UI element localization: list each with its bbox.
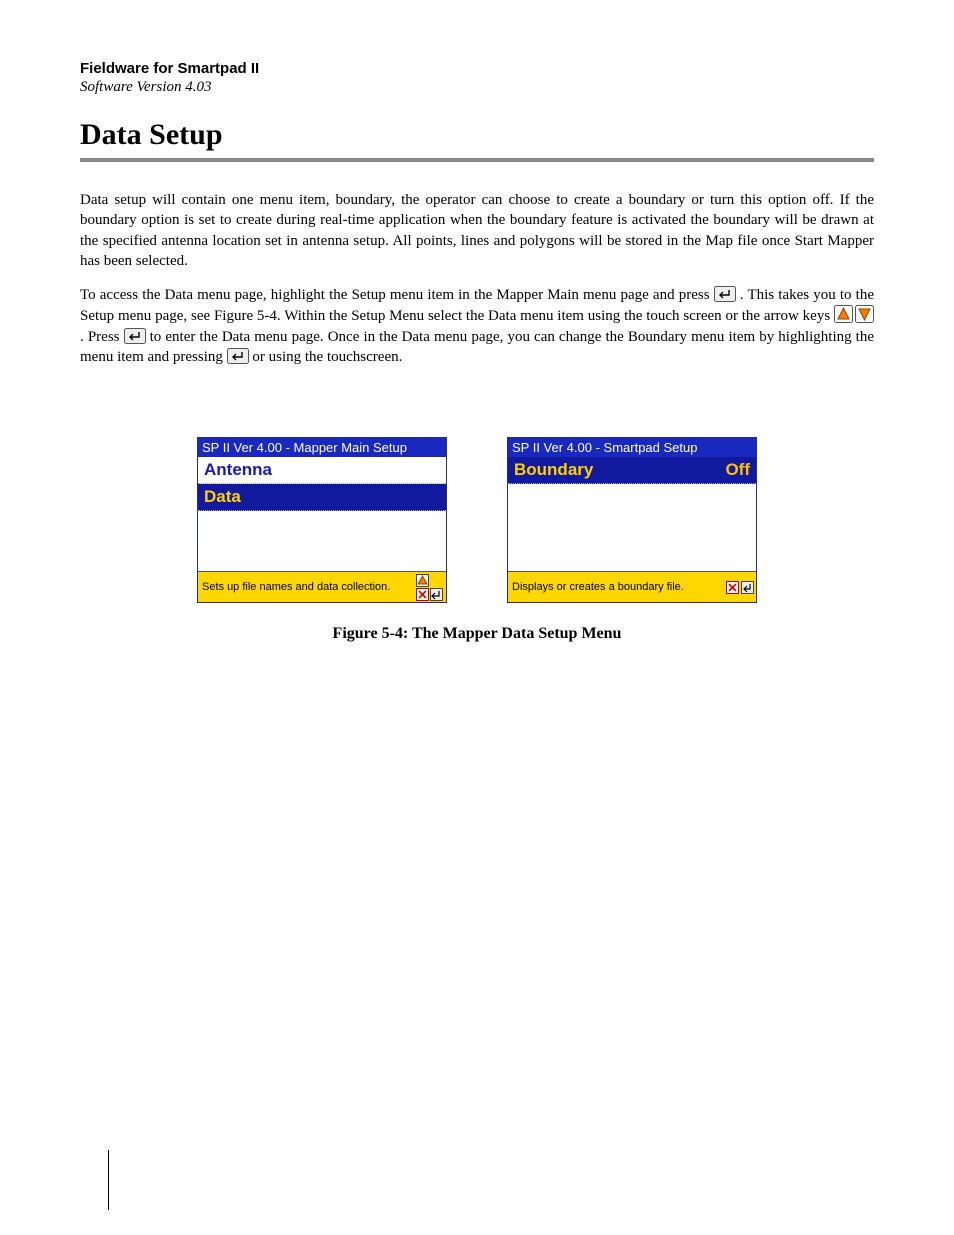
screen-footer: Sets up file names and data collection. xyxy=(198,571,446,602)
menu-item-data[interactable]: Data xyxy=(198,484,446,511)
screen-body xyxy=(198,511,446,571)
screen-mapper-main-setup: SP II Ver 4.00 - Mapper Main Setup Anten… xyxy=(197,437,447,603)
page: Fieldware for Smartpad II Software Versi… xyxy=(0,0,954,683)
enter-icon xyxy=(714,286,736,302)
software-version: Software Version 4.03 xyxy=(80,79,874,96)
close-icon[interactable] xyxy=(726,581,739,594)
menu-item-antenna[interactable]: Antenna xyxy=(198,457,446,484)
p2-seg-a: To access the Data menu page, highlight … xyxy=(80,287,714,303)
menu-label: Data xyxy=(204,487,241,507)
screen-title: SP II Ver 4.00 - Smartpad Setup xyxy=(508,438,756,457)
footer-text: Sets up file names and data collection. xyxy=(198,572,414,602)
p2-seg-c: . Press xyxy=(80,329,124,345)
menu-label: Antenna xyxy=(204,460,272,480)
menu-label: Boundary xyxy=(514,460,593,480)
paragraph-1: Data setup will contain one menu item, b… xyxy=(80,190,874,271)
close-enter-icons[interactable] xyxy=(416,588,444,601)
figure-row: SP II Ver 4.00 - Mapper Main Setup Anten… xyxy=(80,437,874,603)
p2-seg-d: to enter the Data menu page. Once in the… xyxy=(80,329,874,365)
up-down-arrow-icons xyxy=(834,305,874,323)
screen-smartpad-setup: SP II Ver 4.00 - Smartpad Setup Boundary… xyxy=(507,437,757,603)
enter-icon[interactable] xyxy=(741,581,754,594)
p2-seg-e: or using the touchscreen. xyxy=(252,349,402,365)
screen-title: SP II Ver 4.00 - Mapper Main Setup xyxy=(198,438,446,457)
screen-footer: Displays or creates a boundary file. xyxy=(508,571,756,602)
enter-icon xyxy=(227,348,249,364)
footer-text: Displays or creates a boundary file. xyxy=(508,572,724,602)
divider xyxy=(80,158,874,162)
footer-icons xyxy=(724,572,756,602)
footer-icons xyxy=(414,572,446,602)
menu-item-boundary[interactable]: Boundary Off xyxy=(508,457,756,484)
screen-body xyxy=(508,484,756,571)
paragraph-2: To access the Data menu page, highlight … xyxy=(80,285,874,367)
page-header: Fieldware for Smartpad II Software Versi… xyxy=(80,60,874,96)
product-name: Fieldware for Smartpad II xyxy=(80,60,874,77)
section-title: Data Setup xyxy=(80,118,874,152)
footer-rule xyxy=(108,1150,109,1210)
figure-caption: Figure 5-4: The Mapper Data Setup Menu xyxy=(80,625,874,643)
up-arrow-icon[interactable] xyxy=(416,574,444,587)
enter-icon xyxy=(124,328,146,344)
menu-value: Off xyxy=(725,460,750,480)
